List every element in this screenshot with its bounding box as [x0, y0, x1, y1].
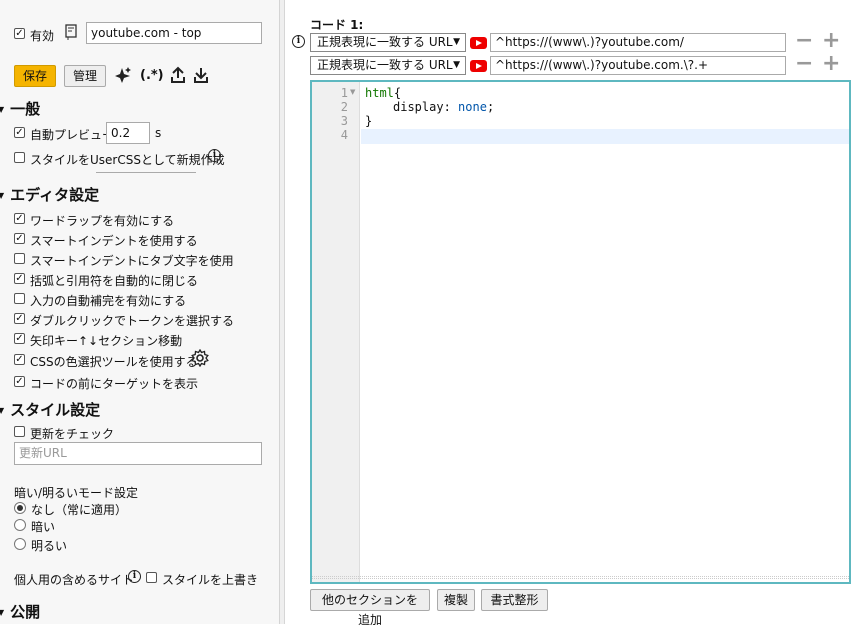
target-type-1-value: 正規表現に一致する URL — [317, 35, 453, 49]
beautify-button[interactable]: 書式整形 — [481, 589, 548, 611]
editor-option-checkbox[interactable] — [14, 293, 25, 304]
dropdown-arrow-icon: ▼ — [453, 60, 460, 70]
line-number: 2 — [340, 100, 348, 114]
clone-button[interactable]: 複製 — [437, 589, 475, 611]
css-brace: { — [393, 86, 402, 100]
dark-mode-radio[interactable] — [14, 502, 26, 514]
remove-target-icon[interactable]: − — [795, 53, 813, 75]
enabled-checkbox[interactable] — [14, 28, 25, 39]
style-settings-heading[interactable]: ▼スタイル設定 — [0, 399, 100, 420]
editor-option-checkbox[interactable] — [14, 213, 25, 224]
dark-mode-option-label: 明るい — [31, 539, 68, 553]
live-preview-label: 自動プレビュー — [30, 128, 115, 142]
css-semicolon: ; — [486, 100, 495, 114]
editor-option-label: ワードラップを有効にする — [30, 214, 175, 228]
editor-option-label: 矢印キー↑↓セクション移動 — [30, 334, 183, 348]
target-type-2-value: 正規表現に一致する URL — [317, 58, 453, 72]
dark-mode-radio[interactable] — [14, 519, 26, 531]
sidebar-resizer[interactable] — [280, 0, 285, 624]
export-icon[interactable] — [170, 66, 186, 84]
css-property: display — [393, 100, 444, 114]
code-line-2: display: none; — [393, 100, 494, 114]
override-label: スタイルを上書き — [162, 573, 259, 587]
line-number: 1 — [340, 86, 348, 100]
section-label: コード 1: — [310, 18, 364, 32]
editor-option-checkbox[interactable] — [14, 376, 25, 387]
live-preview-checkbox[interactable] — [14, 127, 25, 138]
target-type-select-1[interactable]: 正規表現に一致する URL ▼ — [310, 33, 466, 52]
target-type-select-2[interactable]: 正規表現に一致する URL ▼ — [310, 56, 466, 75]
regex-tester-icon[interactable]: (.*) — [140, 68, 164, 83]
code-line-3: } — [365, 114, 373, 128]
code-editor[interactable]: 1 ▼ 2 3 4 html{ display: none; } — [310, 80, 851, 584]
dark-mode-label: 暗い/明るいモード設定 — [14, 486, 139, 500]
add-target-icon[interactable]: + — [822, 30, 840, 52]
editor-option-checkbox[interactable] — [14, 253, 25, 264]
editor-option-label: 入力の自動補完を有効にする — [30, 294, 187, 308]
editor-option-checkbox[interactable] — [14, 354, 25, 365]
editor-settings-heading[interactable]: ▼エディタ設定 — [0, 184, 99, 205]
style-name-input[interactable]: youtube.com - top — [86, 22, 262, 44]
override-checkbox[interactable] — [146, 572, 157, 583]
editor-option-label: ダブルクリックでトークンを選択する — [30, 314, 235, 328]
update-url-input[interactable]: 更新URL — [14, 442, 262, 465]
add-target-icon[interactable]: + — [822, 53, 840, 75]
dark-mode-option-label: 暗い — [31, 520, 56, 534]
editor-option-checkbox[interactable] — [14, 333, 25, 344]
dropdown-arrow-icon: ▼ — [453, 37, 460, 47]
import-icon[interactable] — [193, 66, 209, 84]
save-button[interactable]: 保存 — [14, 65, 56, 87]
css-value: none — [458, 100, 487, 114]
dark-mode-radio[interactable] — [14, 538, 26, 550]
color-picker-settings-gear-icon[interactable] — [191, 348, 209, 370]
css-colon: : — [443, 100, 459, 114]
info-icon[interactable]: i — [292, 35, 305, 48]
personal-sites-label: 個人用の含めるサイト — [14, 573, 135, 587]
info-icon[interactable]: i — [128, 570, 141, 583]
manage-button[interactable]: 管理 — [64, 65, 106, 87]
line-number: 4 — [340, 128, 348, 142]
code-line-1: html{ — [365, 86, 401, 100]
usercss-label: スタイルをUserCSSとして新規作成 — [30, 153, 225, 167]
target-value-input-1[interactable]: ^https://(www\.)?youtube.com/ — [490, 33, 786, 52]
collapse-triangle-icon: ▼ — [0, 105, 4, 114]
collapse-triangle-icon: ▼ — [0, 608, 4, 617]
editor-option-label: 括弧と引用符を自動的に閉じる — [30, 274, 199, 288]
editor-option-label: CSSの色選択ツールを使用する — [30, 355, 198, 369]
editor-option-label: コードの前にターゲットを表示 — [30, 377, 199, 391]
live-preview-delay-input[interactable]: 0.2 — [106, 122, 150, 144]
editor-option-label: スマートインデントにタブ文字を使用 — [30, 254, 234, 268]
dark-mode-option-label: なし（常に適用） — [31, 503, 128, 517]
sparkle-icon[interactable] — [114, 66, 132, 84]
current-line-highlight — [361, 129, 849, 144]
add-section-button[interactable]: 他のセクションを追加 — [310, 589, 430, 627]
youtube-favicon-icon — [470, 60, 487, 72]
info-icon[interactable]: i — [208, 149, 221, 162]
live-preview-unit: s — [155, 126, 162, 140]
editor-option-checkbox[interactable] — [14, 273, 25, 284]
collapse-triangle-icon: ▼ — [0, 406, 4, 415]
remove-target-icon[interactable]: − — [795, 30, 813, 52]
editor-option-checkbox[interactable] — [14, 233, 25, 244]
css-selector: html — [365, 86, 394, 100]
usercss-checkbox[interactable] — [14, 152, 25, 163]
youtube-favicon-icon — [470, 37, 487, 49]
line-number-gutter: 1 ▼ 2 3 4 — [312, 82, 360, 582]
fold-arrow-icon[interactable]: ▼ — [350, 88, 355, 96]
collapse-triangle-icon: ▼ — [0, 191, 4, 200]
editor-option-label: スマートインデントを使用する — [30, 234, 198, 248]
editor-option-checkbox[interactable] — [14, 313, 25, 324]
target-value-input-2[interactable]: ^https://(www\.)?youtube.com.\?.+ — [490, 56, 786, 75]
sidebar: 有効 youtube.com - top 保存 管理 (.*) ▼一般 自動プレ… — [0, 0, 280, 624]
clipped-input-edge — [96, 172, 196, 173]
editor-resize-grip[interactable] — [312, 576, 849, 579]
enabled-label: 有効 — [30, 29, 55, 43]
line-number: 3 — [340, 114, 348, 128]
check-updates-label: 更新をチェック — [30, 427, 115, 441]
check-updates-checkbox[interactable] — [14, 426, 25, 437]
publish-heading[interactable]: ▼公開 — [0, 601, 40, 622]
general-heading[interactable]: ▼一般 — [0, 98, 40, 119]
book-icon[interactable] — [64, 24, 78, 40]
